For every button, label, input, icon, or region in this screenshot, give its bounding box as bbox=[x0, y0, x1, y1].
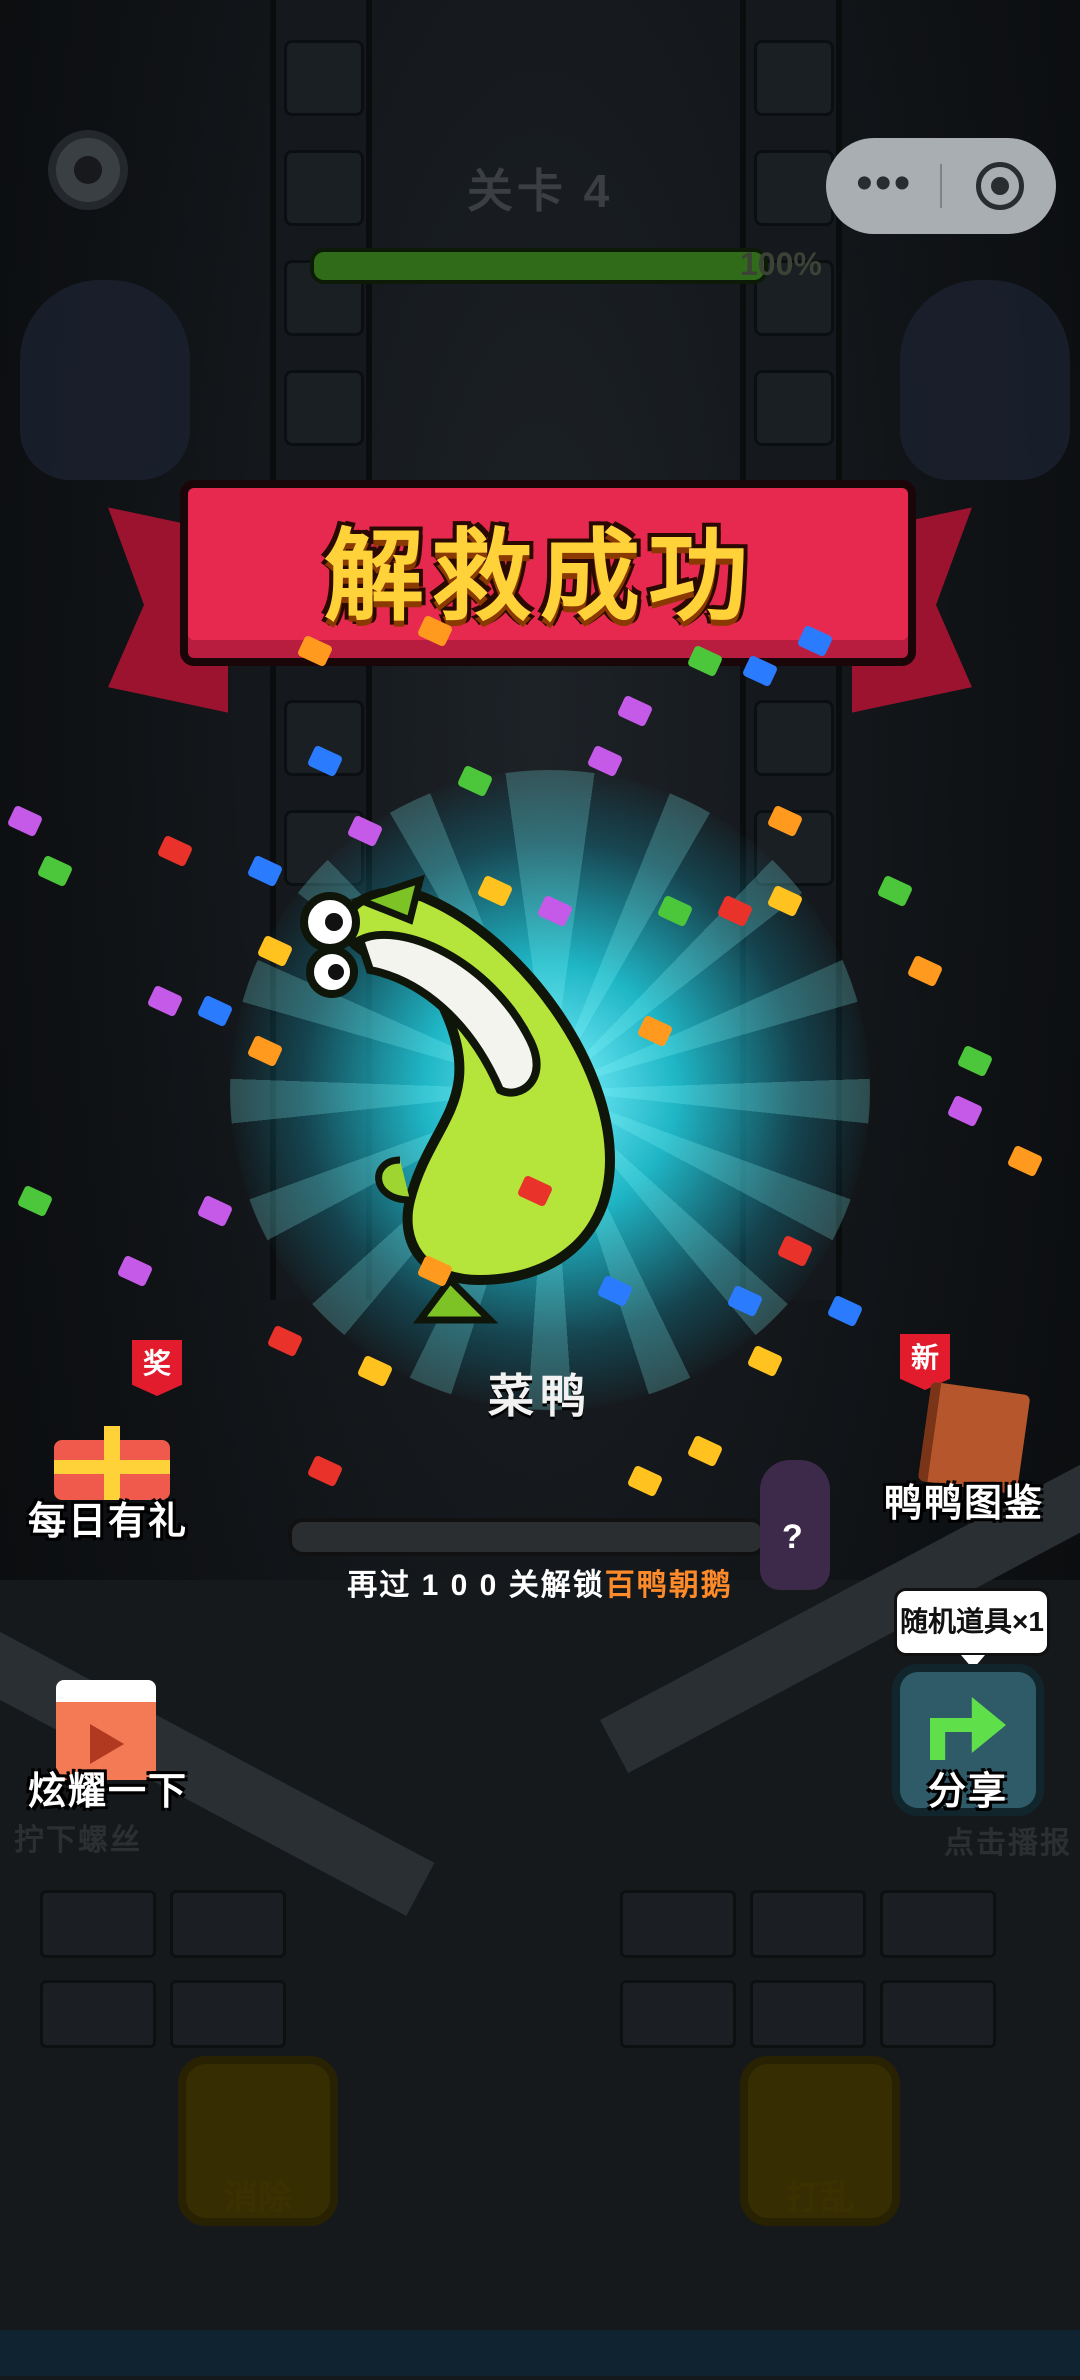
level-progress-bar bbox=[310, 248, 768, 284]
shuffle-tool-label: 打乱 bbox=[786, 2179, 854, 2217]
pigeon-guard-right bbox=[900, 280, 1070, 480]
close-target-icon[interactable] bbox=[976, 162, 1024, 210]
daily-gift-label[interactable]: 每日有礼 bbox=[28, 1490, 188, 1545]
more-icon[interactable]: ••• bbox=[856, 156, 912, 211]
unlock-progress-bar bbox=[288, 1518, 766, 1556]
capsule-divider bbox=[940, 164, 942, 208]
level-progress-text: 100% bbox=[740, 246, 822, 282]
broadcast-hint-underlay: 点击播报 bbox=[944, 1827, 1072, 1860]
duck-illustration bbox=[300, 874, 616, 1324]
new-badge: 新 bbox=[900, 1334, 950, 1390]
random-item-tooltip: 随机道具×1 bbox=[894, 1588, 1050, 1669]
unlock-hint-highlight: 百鸭朝鹅 bbox=[604, 1569, 733, 1602]
unlock-hint-text: 再过 1 0 0 关解锁 bbox=[347, 1569, 605, 1602]
reward-badge: 奖 bbox=[132, 1340, 182, 1396]
duck-album-label[interactable]: 鸭鸭图鉴 bbox=[884, 1472, 1044, 1527]
level-progress-fill bbox=[314, 252, 764, 280]
unscrew-hint-underlay: 拧下螺丝 bbox=[14, 1824, 142, 1857]
success-title: 解救成功 bbox=[324, 521, 756, 633]
water-strip bbox=[0, 2330, 1080, 2376]
pigeon-guard-left bbox=[20, 280, 190, 480]
eliminate-tool-label: 消除 bbox=[224, 2179, 292, 2217]
show-off-label[interactable]: 炫耀一下 bbox=[28, 1760, 188, 1815]
locked-mark: ? bbox=[782, 1518, 803, 1556]
share-label[interactable]: 分享 bbox=[928, 1760, 1008, 1815]
share-arrow-icon bbox=[930, 1697, 1006, 1760]
miniprogram-capsule[interactable]: ••• bbox=[826, 138, 1056, 234]
